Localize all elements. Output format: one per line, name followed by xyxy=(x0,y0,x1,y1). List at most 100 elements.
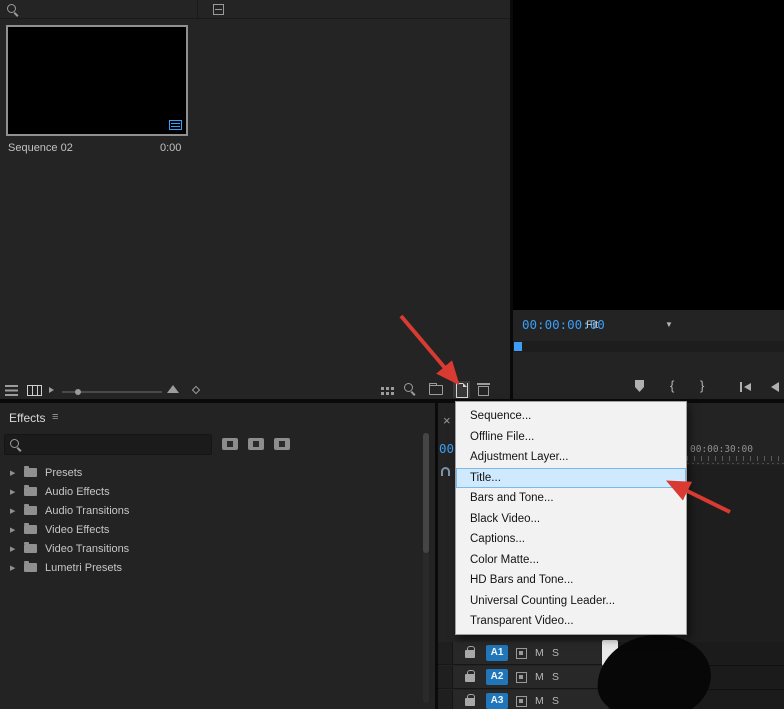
effects-scrollbar-thumb[interactable] xyxy=(423,433,429,553)
audio-track-a3: A3 M S xyxy=(438,690,608,709)
transport-controls: { } xyxy=(513,377,784,397)
effects-folder-audio-transitions[interactable]: ▶ Audio Transitions xyxy=(0,501,420,520)
zoom-slider[interactable] xyxy=(62,391,162,393)
track-name-badge[interactable]: A2 xyxy=(486,669,508,685)
add-marker-icon[interactable] xyxy=(635,380,644,392)
track-meter-icon[interactable] xyxy=(516,648,527,659)
folder-label: Presets xyxy=(45,467,82,479)
folder-label: Lumetri Presets xyxy=(45,562,122,574)
folder-icon xyxy=(24,525,37,534)
timeline-ruler[interactable]: 00:00:30:00 xyxy=(687,441,784,461)
track-meter-icon[interactable] xyxy=(516,672,527,683)
go-to-in-icon[interactable] xyxy=(740,382,752,392)
solo-button[interactable]: S xyxy=(552,671,559,683)
yuv-effects-filter-icon[interactable] xyxy=(274,438,290,450)
list-view-icon[interactable] xyxy=(5,385,18,396)
solo-button[interactable]: S xyxy=(552,647,559,659)
premiere-app-window: Sequence 02 0:00 00:00:00:00 Fit ▼ xyxy=(0,0,784,709)
chevron-right-icon[interactable]: ▶ xyxy=(10,469,18,477)
search-icon xyxy=(10,439,23,452)
folder-icon xyxy=(24,544,37,553)
mute-button[interactable]: M xyxy=(535,647,544,659)
folder-label: Video Effects xyxy=(45,524,109,536)
chevron-down-icon[interactable]: ▼ xyxy=(665,320,673,329)
ruler-timecode: 00:00:30:00 xyxy=(690,444,753,455)
folder-label: Audio Transitions xyxy=(45,505,129,517)
media-browser-icon[interactable] xyxy=(213,4,224,15)
new-item-menu: Sequence... Offline File... Adjustment L… xyxy=(455,401,687,635)
track-name-badge[interactable]: A1 xyxy=(486,645,508,661)
topbar-divider xyxy=(197,0,198,19)
chevron-right-icon[interactable]: ▶ xyxy=(10,564,18,572)
timeline-lanes-upper[interactable] xyxy=(687,465,784,642)
mark-out-icon[interactable]: } xyxy=(700,378,704,393)
effects-scrollbar[interactable] xyxy=(423,433,429,703)
mute-button[interactable]: M xyxy=(535,695,544,707)
menu-item-adjustment-layer[interactable]: Adjustment Layer... xyxy=(456,447,686,468)
project-item-thumbnail[interactable] xyxy=(6,25,188,136)
project-item-name[interactable]: Sequence 02 xyxy=(8,142,73,154)
icon-view-icon[interactable] xyxy=(27,385,42,396)
lock-icon[interactable] xyxy=(465,650,475,658)
search-icon[interactable] xyxy=(7,4,20,17)
zoom-level-select[interactable]: Fit xyxy=(586,319,598,331)
accelerated-effects-filter-icon[interactable] xyxy=(222,438,238,450)
lock-icon[interactable] xyxy=(465,674,475,682)
panel-menu-icon[interactable]: ≡ xyxy=(52,411,58,423)
effects-folder-video-transitions[interactable]: ▶ Video Transitions xyxy=(0,539,420,558)
menu-item-title[interactable]: Title... xyxy=(456,468,686,489)
new-bin-icon[interactable] xyxy=(429,385,443,395)
work-area-dashes xyxy=(687,463,784,464)
solo-button[interactable]: S xyxy=(552,695,559,707)
chevron-right-icon[interactable]: ▶ xyxy=(10,526,18,534)
folder-label: Audio Effects xyxy=(45,486,110,498)
effects-folder-presets[interactable]: ▶ Presets xyxy=(0,463,420,482)
menu-item-bars-and-tone[interactable]: Bars and Tone... xyxy=(456,488,686,509)
step-back-icon[interactable] xyxy=(771,382,779,392)
clear-icon[interactable] xyxy=(478,383,489,396)
folder-icon xyxy=(24,468,37,477)
zoom-in-icon[interactable] xyxy=(167,385,179,393)
sort-icon[interactable] xyxy=(49,387,54,393)
project-panel: Sequence 02 0:00 xyxy=(0,0,510,399)
lock-icon[interactable] xyxy=(465,698,475,706)
close-icon[interactable]: × xyxy=(443,413,451,428)
32bit-effects-filter-icon[interactable] xyxy=(248,438,264,450)
folder-icon xyxy=(24,487,37,496)
mute-button[interactable]: M xyxy=(535,671,544,683)
menu-item-offline-file[interactable]: Offline File... xyxy=(456,427,686,448)
effects-panel: Effects ≡ ▶ Presets ▶ Audio Effects ▶ Au… xyxy=(0,403,435,709)
effects-search-input[interactable] xyxy=(4,434,212,455)
effects-folder-audio-effects[interactable]: ▶ Audio Effects xyxy=(0,482,420,501)
project-toolbar xyxy=(0,381,510,399)
chevron-right-icon[interactable]: ▶ xyxy=(10,545,18,553)
sequence-badge-icon xyxy=(169,120,182,130)
automate-to-sequence-icon[interactable] xyxy=(381,387,384,390)
project-topbar xyxy=(0,0,510,19)
new-item-icon[interactable] xyxy=(453,381,470,398)
menu-item-black-video[interactable]: Black Video... xyxy=(456,509,686,530)
zoom-slider-knob[interactable] xyxy=(75,389,81,395)
effects-folder-video-effects[interactable]: ▶ Video Effects xyxy=(0,520,420,539)
chevron-right-icon[interactable]: ▶ xyxy=(10,488,18,496)
mark-in-icon[interactable]: { xyxy=(670,378,674,393)
menu-item-hd-bars-and-tone[interactable]: HD Bars and Tone... xyxy=(456,570,686,591)
menu-item-captions[interactable]: Captions... xyxy=(456,529,686,550)
menu-item-sequence[interactable]: Sequence... xyxy=(456,406,686,427)
folder-label: Video Transitions xyxy=(45,543,129,555)
track-meter-icon[interactable] xyxy=(516,696,527,707)
menu-item-universal-counting-leader[interactable]: Universal Counting Leader... xyxy=(456,591,686,612)
track-name-badge[interactable]: A3 xyxy=(486,693,508,709)
effects-folder-lumetri-presets[interactable]: ▶ Lumetri Presets xyxy=(0,558,420,577)
program-monitor-video xyxy=(513,0,784,310)
tab-effects[interactable]: Effects xyxy=(9,411,45,425)
menu-item-transparent-video[interactable]: Transparent Video... xyxy=(456,611,686,632)
monitor-scrollbar[interactable] xyxy=(513,341,784,352)
menu-item-color-matte[interactable]: Color Matte... xyxy=(456,550,686,571)
project-item-duration: 0:00 xyxy=(160,142,181,154)
keyframe-icon[interactable] xyxy=(192,386,200,394)
playhead-marker[interactable] xyxy=(514,342,522,351)
chevron-right-icon[interactable]: ▶ xyxy=(10,507,18,515)
snap-icon[interactable] xyxy=(441,467,450,476)
find-icon[interactable] xyxy=(404,383,417,396)
